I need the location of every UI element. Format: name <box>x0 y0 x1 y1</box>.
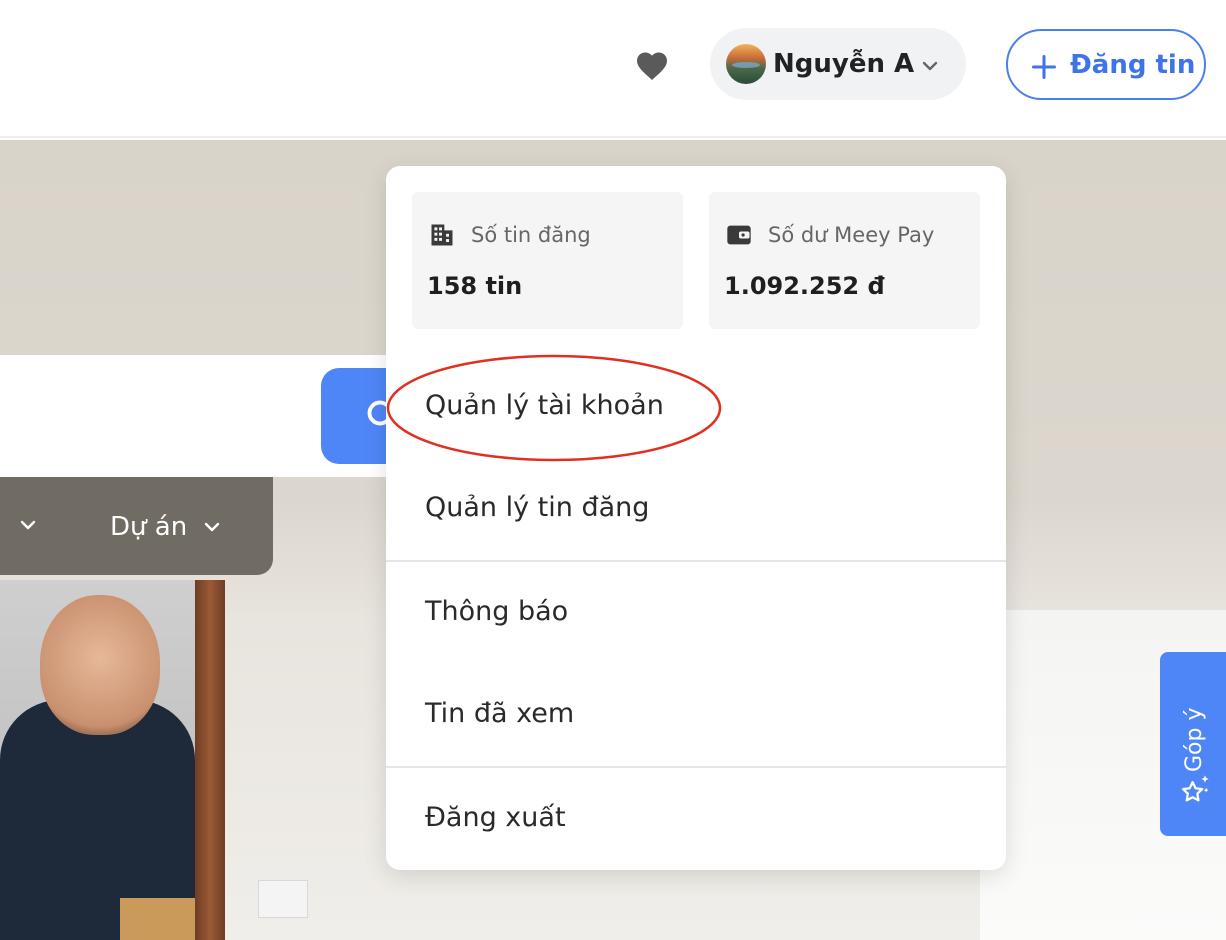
user-name: Nguyễn A <box>773 49 915 79</box>
building-icon <box>431 224 453 246</box>
posts-count-card: Số tin đăng 158 tin <box>412 192 683 329</box>
top-header: Nguyễn A Đăng tin <box>0 0 1226 138</box>
post-listing-label: Đăng tin <box>1070 50 1196 80</box>
chevron-down-icon <box>205 522 220 532</box>
hero-light-switch <box>258 880 308 918</box>
menu-item-label: Quản lý tài khoản <box>425 390 664 421</box>
posts-count-value: 158 tin <box>427 272 523 300</box>
menu-item-label: Quản lý tin đăng <box>425 492 650 523</box>
wallet-balance-card: Số dư Meey Pay 1.092.252 đ <box>709 192 980 329</box>
menu-item-label: Đăng xuất <box>425 802 566 833</box>
project-filter-label: Dự án <box>110 512 188 542</box>
menu-item-notifications[interactable]: Thông báo <box>386 562 1006 662</box>
feedback-label: Góp ý <box>1182 707 1207 773</box>
posts-count-label: Số tin đăng <box>471 223 591 247</box>
feedback-tab[interactable]: Góp ý <box>1160 652 1226 836</box>
wallet-balance-label: Số dư Meey Pay <box>768 223 935 247</box>
user-menu-toggle[interactable]: Nguyễn A <box>710 28 966 100</box>
wallet-icon <box>727 225 751 245</box>
menu-item-viewed-posts[interactable]: Tin đã xem <box>386 664 1006 764</box>
project-filter-dropdown[interactable]: Dự án <box>110 507 224 547</box>
post-listing-button[interactable]: Đăng tin <box>1006 29 1206 100</box>
wallet-balance-value: 1.092.252 đ <box>724 272 885 300</box>
plus-icon <box>1031 54 1057 80</box>
hero-cardboard-box <box>120 898 195 940</box>
filter-bar: Dự án <box>0 477 273 575</box>
hero-door-frame <box>195 580 225 940</box>
heart-icon <box>637 52 667 81</box>
sparkle-star-icon <box>1181 775 1209 802</box>
chevron-down-icon[interactable] <box>16 513 40 537</box>
hero-person-head <box>40 595 160 735</box>
avatar <box>726 44 766 84</box>
menu-item-post-management[interactable]: Quản lý tin đăng <box>386 458 1006 558</box>
menu-item-label: Tin đã xem <box>425 698 575 729</box>
favorites-button[interactable] <box>634 48 670 84</box>
menu-item-account-management[interactable]: Quản lý tài khoản <box>386 356 1006 456</box>
menu-item-logout[interactable]: Đăng xuất <box>386 768 1006 868</box>
menu-item-label: Thông báo <box>425 596 569 627</box>
chevron-down-icon <box>922 61 938 71</box>
user-dropdown-menu: Số tin đăng 158 tin Số dư Meey Pay 1.092… <box>386 166 1006 870</box>
